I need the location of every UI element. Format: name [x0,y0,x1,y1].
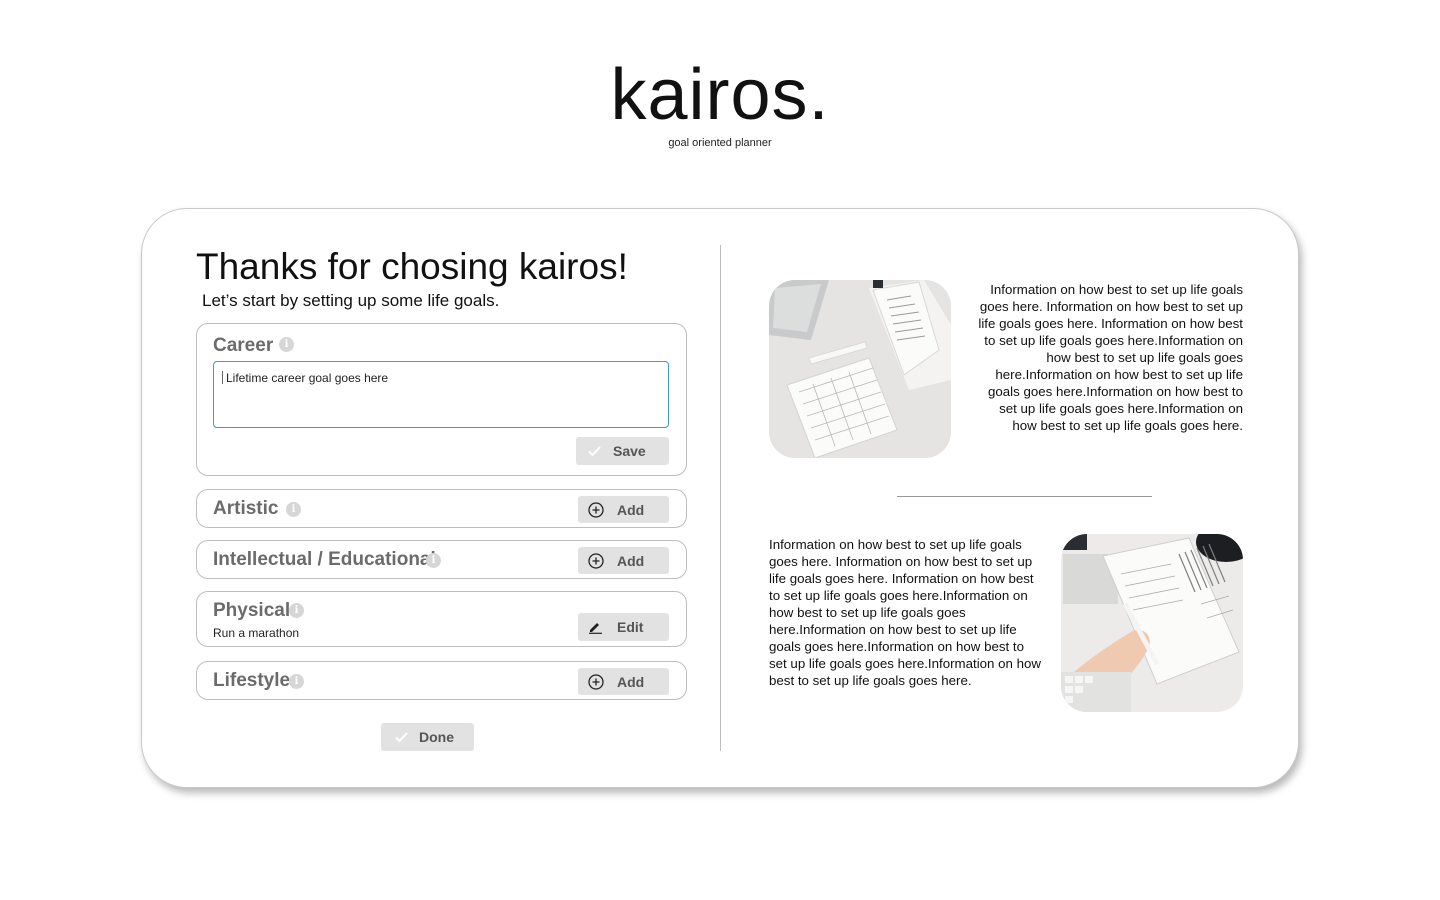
goal-lifestyle-title: Lifestyle [213,670,291,691]
add-button-label: Add [617,673,645,690]
career-goal-input[interactable]: Lifetime career goal goes here [213,361,669,428]
goal-intellectual-row: Intellectual / Educational i Add [196,540,687,579]
info-text-bottom: Information on how best to set up life g… [769,537,1042,688]
check-icon [588,446,601,457]
check-icon [395,732,408,743]
info-icon[interactable]: i [289,603,304,618]
add-artistic-button[interactable]: Add [578,496,669,523]
goal-career-title: Career [213,335,274,356]
save-button[interactable]: Save [576,437,669,465]
add-intellectual-button[interactable]: Add [578,547,669,574]
goal-artistic-title: Artistic [213,498,279,519]
edit-button-label: Edit [617,619,644,635]
goal-intellectual-title: Intellectual / Educational [213,549,436,570]
info-icon[interactable]: i [286,502,301,517]
plus-circle-icon [588,673,604,690]
goal-physical-title: Physical [213,600,291,621]
add-button-label: Add [617,552,645,569]
page-title: Thanks for chosing kairos! [196,246,628,287]
desk-planner-photo [769,280,951,458]
page-subtitle: Let’s start by setting up some life goal… [202,291,500,310]
text-caret [222,371,223,384]
info-icon[interactable]: i [426,553,441,568]
app-tagline: goal oriented planner [668,137,772,149]
plus-circle-icon [588,552,604,569]
done-button[interactable]: Done [381,723,474,751]
goal-career-panel: Career i Lifetime career goal goes here … [196,323,687,476]
goal-artistic-row: Artistic i Add [196,489,687,528]
goal-physical-value: Run a marathon [213,626,300,640]
info-icon[interactable]: i [289,674,304,689]
done-button-label: Done [419,729,454,745]
pencil-icon [589,623,602,634]
save-button-label: Save [613,443,646,459]
add-button-label: Add [617,501,645,518]
goal-physical-row: Physical i Run a marathon Edit [196,591,687,647]
add-lifestyle-button[interactable]: Add [578,668,669,695]
info-icon[interactable]: i [279,337,294,352]
edit-physical-button[interactable]: Edit [578,613,669,641]
plus-circle-icon [588,501,604,518]
info-text-top: Information on how best to set up life g… [978,282,1243,433]
career-goal-input-value: Lifetime career goal goes here [226,371,389,385]
goal-lifestyle-row: Lifestyle i Add [196,661,687,700]
app-logo: kairos. [610,55,830,135]
vertical-divider [720,245,721,751]
section-divider [897,496,1152,497]
notebook-hand-photo [1061,534,1243,712]
